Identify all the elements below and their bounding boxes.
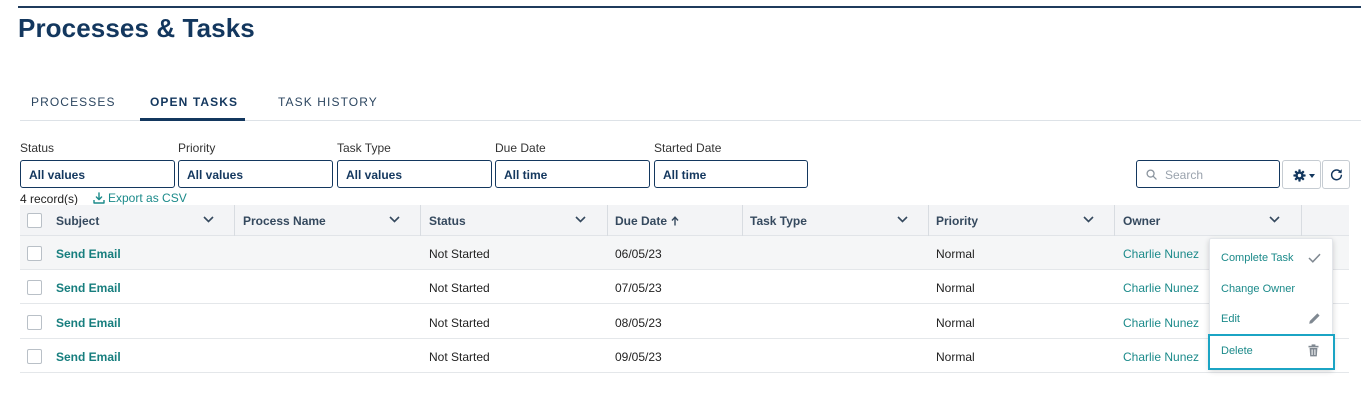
export-csv-link[interactable]: Export as CSV: [93, 191, 187, 205]
menu-item-delete[interactable]: Delete: [1208, 334, 1335, 370]
page-title: Processes & Tasks: [18, 13, 255, 43]
priority-cell: Normal: [936, 247, 975, 261]
export-csv-label: Export as CSV: [108, 191, 187, 205]
tab-processes[interactable]: PROCESSES: [31, 95, 116, 109]
owner-link[interactable]: Charlie Nunez: [1123, 316, 1199, 330]
pencil-icon: [1309, 313, 1320, 324]
tab-bar: PROCESSES OPEN TASKS TASK HISTORY: [20, 84, 1361, 121]
chevron-down-icon[interactable]: [897, 216, 908, 223]
column-header-priority[interactable]: Priority: [936, 205, 978, 236]
status-cell: Not Started: [429, 281, 490, 295]
subject-link[interactable]: Send Email: [56, 281, 121, 295]
column-resizer[interactable]: [234, 205, 235, 236]
gear-icon: [1293, 169, 1306, 182]
search-icon: [1146, 169, 1157, 180]
column-header-owner[interactable]: Owner: [1123, 205, 1160, 236]
table-row[interactable]: Send Email Not Started 06/05/23 Normal C…: [20, 236, 1349, 270]
menu-item-change-owner[interactable]: Change Owner: [1210, 274, 1332, 304]
menu-item-edit-label: Edit: [1221, 313, 1240, 325]
owner-link[interactable]: Charlie Nunez: [1123, 281, 1199, 295]
filter-label-status: Status: [20, 141, 55, 155]
grid-header: Subject Process Name Status Due Date Tas…: [20, 205, 1349, 236]
filter-label-started-date: Started Date: [654, 141, 722, 155]
refresh-icon: [1330, 169, 1343, 181]
column-header-due-date-label: Due Date: [615, 214, 668, 228]
column-header-due-date[interactable]: Due Date: [615, 205, 679, 236]
menu-item-complete-task[interactable]: Complete Task: [1210, 243, 1332, 273]
chevron-down-icon[interactable]: [1269, 216, 1280, 223]
row-actions-menu: Complete Task Change Owner Edit Delete: [1208, 238, 1335, 370]
due-date-cell: 08/05/23: [615, 316, 662, 330]
column-header-task-type[interactable]: Task Type: [750, 205, 807, 236]
search-input[interactable]: [1165, 166, 1273, 183]
row-checkbox[interactable]: [27, 280, 42, 295]
table-row[interactable]: Send Email Not Started 07/05/23 Normal C…: [20, 270, 1349, 304]
filter-status[interactable]: All values: [20, 160, 175, 188]
menu-item-delete-label: Delete: [1221, 345, 1253, 357]
owner-link[interactable]: Charlie Nunez: [1123, 350, 1199, 364]
due-date-cell: 09/05/23: [615, 350, 662, 364]
select-all-checkbox[interactable]: [27, 213, 42, 228]
subject-link[interactable]: Send Email: [56, 350, 121, 364]
column-resizer[interactable]: [742, 205, 743, 236]
column-resizer[interactable]: [607, 205, 608, 236]
row-checkbox[interactable]: [27, 246, 42, 261]
filter-priority[interactable]: All values: [178, 160, 333, 188]
filter-label-priority: Priority: [178, 141, 216, 155]
column-header-status[interactable]: Status: [429, 205, 466, 236]
subject-link[interactable]: Send Email: [56, 247, 121, 261]
column-header-process-name[interactable]: Process Name: [243, 205, 326, 236]
priority-cell: Normal: [936, 350, 975, 364]
status-cell: Not Started: [429, 316, 490, 330]
filter-due-date[interactable]: All time: [495, 160, 650, 188]
status-cell: Not Started: [429, 247, 490, 261]
download-icon: [93, 192, 105, 204]
sort-ascending-icon: [671, 216, 679, 226]
refresh-button[interactable]: [1322, 160, 1350, 189]
subject-link[interactable]: Send Email: [56, 316, 121, 330]
status-cell: Not Started: [429, 350, 490, 364]
active-tab-indicator: [140, 118, 245, 121]
filter-label-due-date: Due Date: [495, 141, 546, 155]
chevron-down-icon[interactable]: [575, 216, 586, 223]
caret-down-icon: [1309, 174, 1315, 178]
filter-task-type[interactable]: All values: [337, 160, 492, 188]
menu-item-change-owner-label: Change Owner: [1221, 283, 1295, 295]
row-checkbox[interactable]: [27, 315, 42, 330]
record-count: 4 record(s): [20, 192, 79, 206]
due-date-cell: 06/05/23: [615, 247, 662, 261]
column-resizer[interactable]: [928, 205, 929, 236]
column-resizer[interactable]: [420, 205, 421, 236]
top-rule: [18, 6, 1361, 8]
filter-started-date[interactable]: All time: [654, 160, 808, 188]
menu-item-edit[interactable]: Edit: [1210, 304, 1332, 334]
settings-button[interactable]: [1282, 160, 1321, 189]
row-checkbox[interactable]: [27, 349, 42, 364]
column-header-subject[interactable]: Subject: [56, 205, 99, 236]
check-icon: [1308, 253, 1321, 263]
table-row[interactable]: Send Email Not Started 09/05/23 Normal C…: [20, 339, 1349, 373]
tab-open-tasks[interactable]: OPEN TASKS: [150, 95, 238, 109]
search-box[interactable]: [1136, 160, 1280, 188]
menu-item-complete-task-label: Complete Task: [1221, 252, 1294, 264]
priority-cell: Normal: [936, 316, 975, 330]
chevron-down-icon[interactable]: [389, 216, 400, 223]
filter-label-task-type: Task Type: [337, 141, 391, 155]
chevron-down-icon[interactable]: [203, 216, 214, 223]
priority-cell: Normal: [936, 281, 975, 295]
trash-icon: [1308, 344, 1319, 357]
chevron-down-icon[interactable]: [1083, 216, 1094, 223]
owner-link[interactable]: Charlie Nunez: [1123, 247, 1199, 261]
column-resizer[interactable]: [1114, 205, 1115, 236]
tab-task-history[interactable]: TASK HISTORY: [278, 95, 378, 109]
due-date-cell: 07/05/23: [615, 281, 662, 295]
column-resizer[interactable]: [1301, 205, 1302, 236]
table-row[interactable]: Send Email Not Started 08/05/23 Normal C…: [20, 305, 1349, 339]
